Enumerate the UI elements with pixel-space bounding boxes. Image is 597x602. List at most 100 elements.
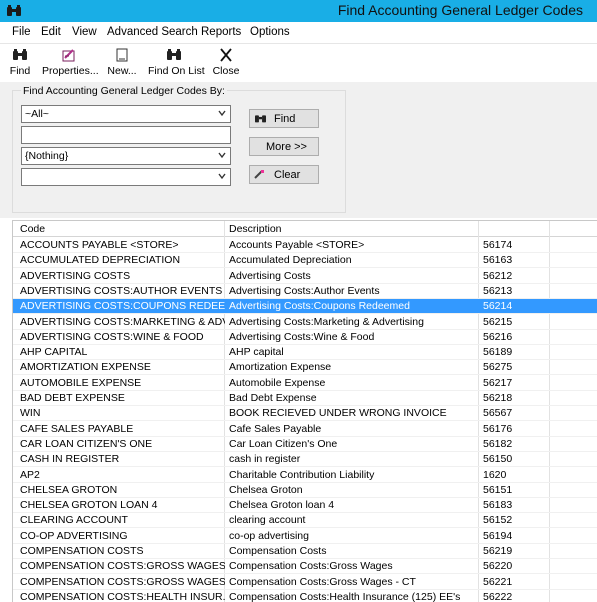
- cell-id: 56183: [483, 499, 513, 512]
- table-row[interactable]: COMPENSATION COSTS:HEALTH INSUR... Compen…: [13, 590, 597, 602]
- cell-code: COMPENSATION COSTS:GROSS WAGES ...: [20, 575, 225, 588]
- cell-code: BAD DEBT EXPENSE: [20, 392, 125, 404]
- menu-edit[interactable]: Edit: [41, 26, 61, 38]
- new-label: New...: [107, 65, 137, 77]
- menu-bar: File Edit View Advanced Search Reports O…: [0, 22, 597, 44]
- table-row[interactable]: COMPENSATION COSTS:GROSS WAGES ... Compen…: [13, 575, 597, 590]
- search-field-value: ~All~: [25, 108, 49, 120]
- table-row[interactable]: COMPENSATION COSTS:GROSS WAGES Compensati…: [13, 559, 597, 575]
- search-find-label: Find: [274, 113, 296, 125]
- cell-description: Accumulated Depreciation: [229, 254, 352, 267]
- more-label: More >>: [266, 141, 307, 153]
- cell-description: cash in register: [229, 453, 301, 466]
- cell-description: Automobile Expense: [229, 376, 326, 389]
- cell-id: 56151: [483, 483, 513, 496]
- cell-id: 56275: [483, 361, 513, 374]
- menu-options[interactable]: Options: [250, 26, 290, 38]
- table-row[interactable]: ACCOUNTS PAYABLE <STORE> Accounts Payable…: [13, 238, 597, 253]
- cell-id: 1620: [483, 468, 507, 481]
- cell-description: Compensation Costs: [229, 545, 327, 557]
- cell-description: BOOK RECIEVED UNDER WRONG INVOICE: [229, 407, 447, 420]
- table-row[interactable]: AHP CAPITAL AHP capital 56189: [13, 345, 597, 361]
- cell-id: 56163: [483, 254, 513, 267]
- cell-code: ADVERTISING COSTS:MARKETING & ADV...: [20, 315, 225, 328]
- chevron-down-icon: [218, 152, 226, 159]
- properties-button[interactable]: Properties...: [42, 48, 99, 77]
- cell-description: Car Loan Citizen's One: [229, 437, 338, 450]
- cell-id: 56212: [483, 269, 513, 282]
- table-row[interactable]: CLEARING ACCOUNT clearing account 56152: [13, 513, 597, 529]
- binoculars-icon: [167, 49, 181, 60]
- binoculars-icon: [13, 49, 27, 60]
- results-grid[interactable]: Code Description ACCOUNTS PAYABLE <STORE…: [12, 220, 597, 602]
- window-title: Find Accounting General Ledger Codes: [337, 2, 583, 18]
- table-row[interactable]: AUTOMOBILE EXPENSE Automobile Expense 5621…: [13, 376, 597, 391]
- table-row[interactable]: ACCUMULATED DEPRECIATION Accumulated Depr…: [13, 253, 597, 269]
- cell-description: co-op advertising: [229, 529, 309, 542]
- cell-code: ACCOUNTS PAYABLE <STORE>: [20, 239, 179, 251]
- table-row[interactable]: CHELSEA GROTON LOAN 4 Chelsea Groton loan…: [13, 498, 597, 514]
- table-row[interactable]: CAR LOAN CITIZEN'S ONE Car Loan Citizen's…: [13, 437, 597, 452]
- cell-code: AHP CAPITAL: [20, 346, 88, 359]
- table-row[interactable]: ADVERTISING COSTS:AUTHOR EVENTS Advertisi…: [13, 284, 597, 299]
- new-button[interactable]: New...: [106, 48, 138, 77]
- chevron-down-icon: [218, 173, 226, 180]
- cell-code: ACCUMULATED DEPRECIATION: [20, 254, 181, 267]
- find-on-list-button[interactable]: Find On List: [148, 48, 205, 77]
- table-row[interactable]: ADVERTISING COSTS:COUPONS REDEE... Advert…: [13, 299, 597, 315]
- table-row[interactable]: CO-OP ADVERTISING co-op advertising 56194: [13, 529, 597, 544]
- cell-code: COMPENSATION COSTS:GROSS WAGES: [20, 560, 225, 573]
- eraser-icon: [254, 170, 264, 179]
- cell-id: 56189: [483, 346, 513, 359]
- table-row[interactable]: WIN BOOK RECIEVED UNDER WRONG INVOICE 5656…: [13, 406, 597, 422]
- column-header-code[interactable]: Code: [20, 223, 45, 235]
- secondary-field-value: {Nothing}: [25, 150, 69, 162]
- menu-view[interactable]: View: [72, 26, 97, 38]
- table-row[interactable]: ADVERTISING COSTS Advertising Costs 56212: [13, 269, 597, 284]
- table-row[interactable]: CAFE SALES PAYABLE Cafe Sales Payable 5617…: [13, 422, 597, 437]
- cell-code: ADVERTISING COSTS:COUPONS REDEE...: [20, 300, 225, 313]
- toolbar: Find Properties... New... Find On List C…: [0, 44, 597, 82]
- cell-description: Accounts Payable <STORE>: [229, 239, 365, 251]
- menu-advanced-search[interactable]: Advanced Search: [107, 26, 198, 38]
- close-button[interactable]: Close: [212, 48, 240, 77]
- cell-id: 56176: [483, 422, 513, 435]
- search-find-button[interactable]: Find: [249, 109, 319, 128]
- search-field-select[interactable]: ~All~: [21, 105, 231, 123]
- menu-reports[interactable]: Reports: [201, 26, 241, 38]
- cell-code: COMPENSATION COSTS:HEALTH INSUR...: [20, 590, 225, 602]
- menu-file[interactable]: File: [12, 26, 31, 38]
- more-button[interactable]: More >>: [249, 137, 319, 156]
- table-row[interactable]: BAD DEBT EXPENSE Bad Debt Expense 56218: [13, 391, 597, 406]
- cell-description: Advertising Costs:Author Events: [229, 284, 380, 297]
- table-row[interactable]: AMORTIZATION EXPENSE Amortization Expense…: [13, 360, 597, 376]
- clear-button[interactable]: Clear: [249, 165, 319, 184]
- cell-description: Compensation Costs:Gross Wages: [229, 560, 393, 573]
- cell-id: 56216: [483, 330, 513, 343]
- column-header-description[interactable]: Description: [229, 223, 282, 235]
- secondary-value-select[interactable]: [21, 168, 231, 186]
- table-row[interactable]: AP2 Charitable Contribution Liability 1620: [13, 468, 597, 483]
- table-row[interactable]: ADVERTISING COSTS:WINE & FOOD Advertising…: [13, 330, 597, 345]
- table-row[interactable]: CHELSEA GROTON Chelsea Groton 56151: [13, 483, 597, 498]
- cell-description: Bad Debt Expense: [229, 392, 317, 404]
- cell-description: Advertising Costs: [229, 269, 311, 282]
- cell-id: 56215: [483, 315, 513, 328]
- cell-code: ADVERTISING COSTS: [20, 269, 131, 282]
- search-value-input[interactable]: [21, 126, 231, 144]
- cell-description: AHP capital: [229, 346, 284, 359]
- clear-label: Clear: [274, 169, 301, 181]
- cell-description: Compensation Costs:Health Insurance (125…: [229, 590, 461, 602]
- table-row[interactable]: ADVERTISING COSTS:MARKETING & ADV... Adve…: [13, 315, 597, 330]
- table-row[interactable]: CASH IN REGISTER cash in register 56150: [13, 452, 597, 468]
- find-button[interactable]: Find: [8, 48, 32, 77]
- secondary-field-select[interactable]: {Nothing}: [21, 147, 231, 165]
- cell-description: Advertising Costs:Wine & Food: [229, 330, 375, 343]
- cell-description: Compensation Costs:Gross Wages - CT: [229, 575, 416, 588]
- close-label: Close: [212, 65, 240, 77]
- search-group-label: Find Accounting General Ledger Codes By:: [21, 85, 227, 97]
- search-panel: Find Accounting General Ledger Codes By:…: [0, 82, 597, 218]
- table-row[interactable]: COMPENSATION COSTS Compensation Costs 5621…: [13, 544, 597, 559]
- cell-description: Cafe Sales Payable: [229, 422, 322, 435]
- cell-id: 56214: [483, 300, 513, 313]
